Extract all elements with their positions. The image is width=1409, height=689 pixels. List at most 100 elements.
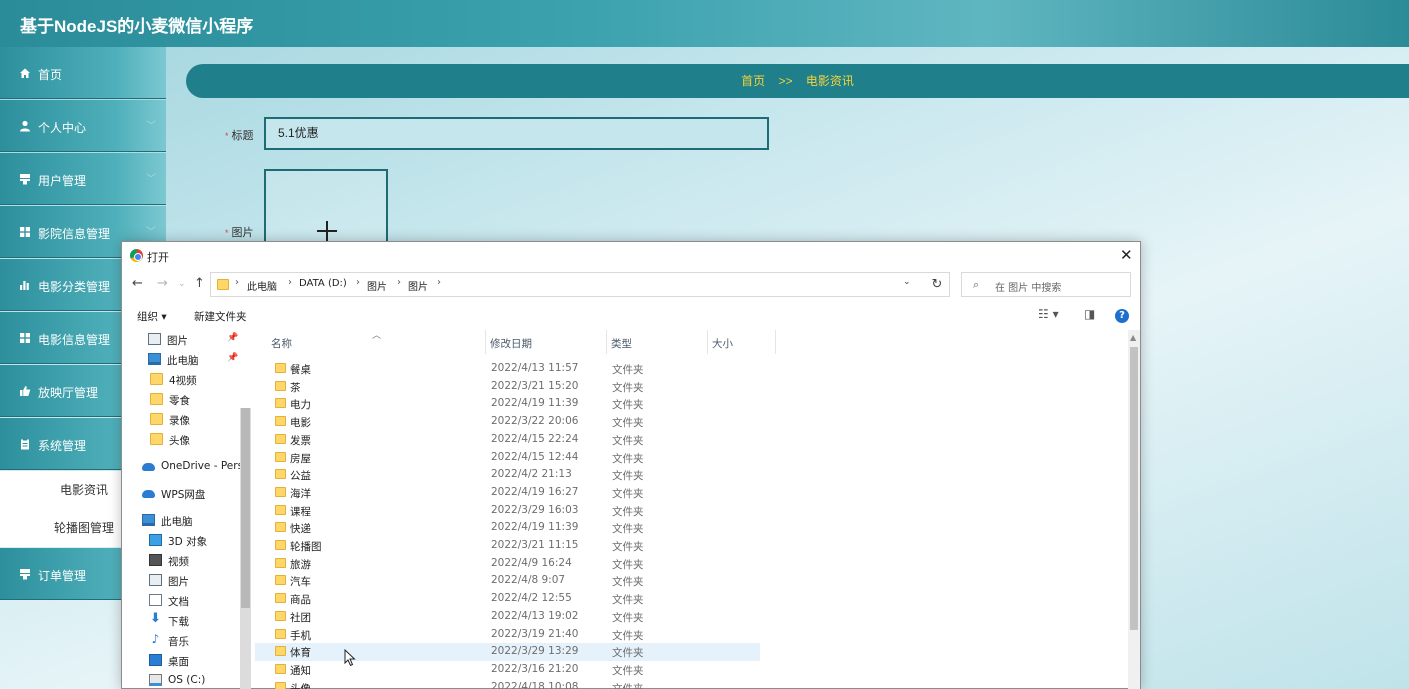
music-icon: ♪ <box>151 632 160 646</box>
nav-pane-item-label: 4视频 <box>169 375 197 387</box>
folder-icon <box>275 557 286 568</box>
file-row[interactable]: 商品 2022/4/2 12:55 文件夹 <box>255 590 760 608</box>
file-type: 文件夹 <box>612 647 644 660</box>
file-row[interactable]: 通知 2022/3/16 21:20 文件夹 <box>255 661 760 679</box>
nav-pane-item[interactable]: 4视频 <box>122 370 242 390</box>
file-row[interactable]: 餐桌 2022/4/13 11:57 文件夹 <box>255 360 760 378</box>
organize-button[interactable]: 组织 ▾ <box>137 309 167 324</box>
folder-icon <box>275 646 286 657</box>
forward-arrow-icon[interactable]: → <box>157 276 168 291</box>
file-row[interactable]: 海洋 2022/4/19 16:27 文件夹 <box>255 484 760 502</box>
search-input[interactable]: ⌕ 在 图片 中搜索 <box>961 272 1131 297</box>
column-header-size[interactable]: 大小 <box>708 330 776 354</box>
user-icon <box>18 119 31 132</box>
file-row[interactable]: 头像 2022/4/18 10:08 文件夹 <box>255 679 760 689</box>
onedrive-icon <box>142 463 155 471</box>
nav-pane-item-label: 桌面 <box>168 656 189 668</box>
file-row[interactable]: 发票 2022/4/15 22:24 文件夹 <box>255 431 760 449</box>
file-row[interactable]: 轮播图 2022/3/21 11:15 文件夹 <box>255 537 760 555</box>
file-list-scrollbar[interactable]: ▲ <box>1128 330 1140 689</box>
file-name: 海洋 <box>290 487 311 500</box>
nav-pane-item-label: 视频 <box>168 556 189 568</box>
file-name: 茶 <box>290 381 301 394</box>
file-name: 公益 <box>290 470 311 483</box>
folder-icon <box>275 398 286 409</box>
nav-pane-item[interactable]: ⬇ 下载 <box>122 611 242 631</box>
file-type: 文件夹 <box>612 611 644 624</box>
file-row[interactable]: 社团 2022/4/13 19:02 文件夹 <box>255 608 760 626</box>
folder-icon <box>150 373 163 385</box>
file-modified: 2022/4/2 12:55 <box>491 592 572 605</box>
recent-chevron-icon[interactable]: ⌄ <box>178 279 186 289</box>
column-header-name[interactable]: ︿ 名称 <box>255 330 486 354</box>
file-name: 头像 <box>290 682 311 689</box>
nav-pane-item[interactable]: 桌面 <box>122 651 242 671</box>
nav-pane-item[interactable]: 此电脑 📌 <box>122 350 242 370</box>
chevron-down-icon: ﹀ <box>146 121 156 132</box>
image-upload[interactable] <box>264 169 388 249</box>
nav-pane-item[interactable]: 头像 <box>122 430 242 450</box>
file-row[interactable]: 课程 2022/3/29 16:03 文件夹 <box>255 502 760 520</box>
nav-pane-item[interactable]: 3D 对象 <box>122 531 242 551</box>
sidebar-item-user-management[interactable]: 用户管理 ﹀ <box>0 153 166 205</box>
nav-pane-item[interactable]: 零食 <box>122 390 242 410</box>
title-label: * 标题 <box>225 130 254 142</box>
file-type: 文件夹 <box>612 487 644 500</box>
file-row[interactable]: 快递 2022/4/19 11:39 文件夹 <box>255 519 760 537</box>
path-segment[interactable]: 此电脑 <box>247 278 277 293</box>
scrollbar-thumb[interactable] <box>1130 347 1138 630</box>
sidebar-item-home[interactable]: 首页 <box>0 47 166 99</box>
nav-pane-item[interactable]: 录像 <box>122 410 242 430</box>
desktop-icon <box>149 654 162 666</box>
refresh-icon[interactable]: ↻ <box>925 272 950 297</box>
scroll-up-icon[interactable]: ▲ <box>1130 333 1136 342</box>
home-icon <box>18 66 31 79</box>
file-name: 课程 <box>290 505 311 518</box>
column-header-type[interactable]: 类型 <box>607 330 708 354</box>
nav-pane-item[interactable]: 此电脑 <box>122 511 242 531</box>
nav-pane-item[interactable]: 图片 📌 <box>122 330 242 350</box>
preview-pane-icon[interactable]: ◨ <box>1084 307 1095 321</box>
nav-pane-item[interactable]: WPS网盘 <box>122 484 242 504</box>
nav-pane-item[interactable]: OS (C:) <box>122 671 242 689</box>
scrollbar-thumb[interactable] <box>241 408 250 608</box>
nav-pane-item[interactable]: ♪ 音乐 <box>122 631 242 651</box>
nav-pane-item[interactable]: 文档 <box>122 591 242 611</box>
file-row[interactable]: 电影 2022/3/22 20:06 文件夹 <box>255 413 760 431</box>
file-row[interactable]: 电力 2022/4/19 11:39 文件夹 <box>255 395 760 413</box>
nav-pane-item[interactable]: 视频 <box>122 551 242 571</box>
back-arrow-icon[interactable]: ← <box>132 276 143 291</box>
videos-icon <box>149 554 162 566</box>
file-row[interactable]: 旅游 2022/4/9 16:24 文件夹 <box>255 555 760 573</box>
file-row[interactable]: 公益 2022/4/2 21:13 文件夹 <box>255 466 760 484</box>
address-bar[interactable]: › 此电脑 › DATA (D:) › 图片 › 图片 › ⌄ <box>210 272 950 297</box>
close-icon[interactable]: ✕ <box>1120 246 1133 264</box>
breadcrumb-home[interactable]: 首页 <box>741 74 765 88</box>
path-segment[interactable]: 图片 <box>408 278 428 293</box>
path-segment[interactable]: DATA (D:) <box>299 278 347 289</box>
file-row[interactable]: 汽车 2022/4/8 9:07 文件夹 <box>255 572 760 590</box>
nav-pane-item[interactable]: 图片 <box>122 571 242 591</box>
nav-pane-scrollbar[interactable] <box>240 408 251 689</box>
title-input[interactable]: 5.1优惠 <box>264 117 769 150</box>
column-header-modified[interactable]: 修改日期 <box>486 330 607 354</box>
file-row[interactable]: 房屋 2022/4/15 12:44 文件夹 <box>255 449 760 467</box>
file-row[interactable]: 体育 2022/3/29 13:29 文件夹 <box>255 643 760 661</box>
file-row[interactable]: 茶 2022/3/21 15:20 文件夹 <box>255 378 760 396</box>
drive-icon <box>149 674 162 686</box>
view-options-icon[interactable]: ☷ ▾ <box>1038 307 1059 321</box>
dialog-title: 打开 <box>147 251 169 264</box>
folder-icon <box>275 522 286 533</box>
search-icon: ⌕ <box>973 278 980 291</box>
folder-icon <box>275 575 286 586</box>
path-separator: › <box>437 277 441 288</box>
chevron-down-icon[interactable]: ⌄ <box>903 277 911 287</box>
help-icon[interactable]: ? <box>1115 309 1129 323</box>
sidebar-item-personal-center[interactable]: 个人中心 ﹀ <box>0 100 166 152</box>
up-arrow-icon[interactable]: ↑ <box>194 276 205 291</box>
file-row[interactable]: 手机 2022/3/19 21:40 文件夹 <box>255 626 760 644</box>
new-folder-button[interactable]: 新建文件夹 <box>194 309 247 324</box>
path-segment[interactable]: 图片 <box>367 278 387 293</box>
nav-pane-item[interactable]: OneDrive - Perso <box>122 457 249 477</box>
file-name: 房屋 <box>290 452 311 465</box>
